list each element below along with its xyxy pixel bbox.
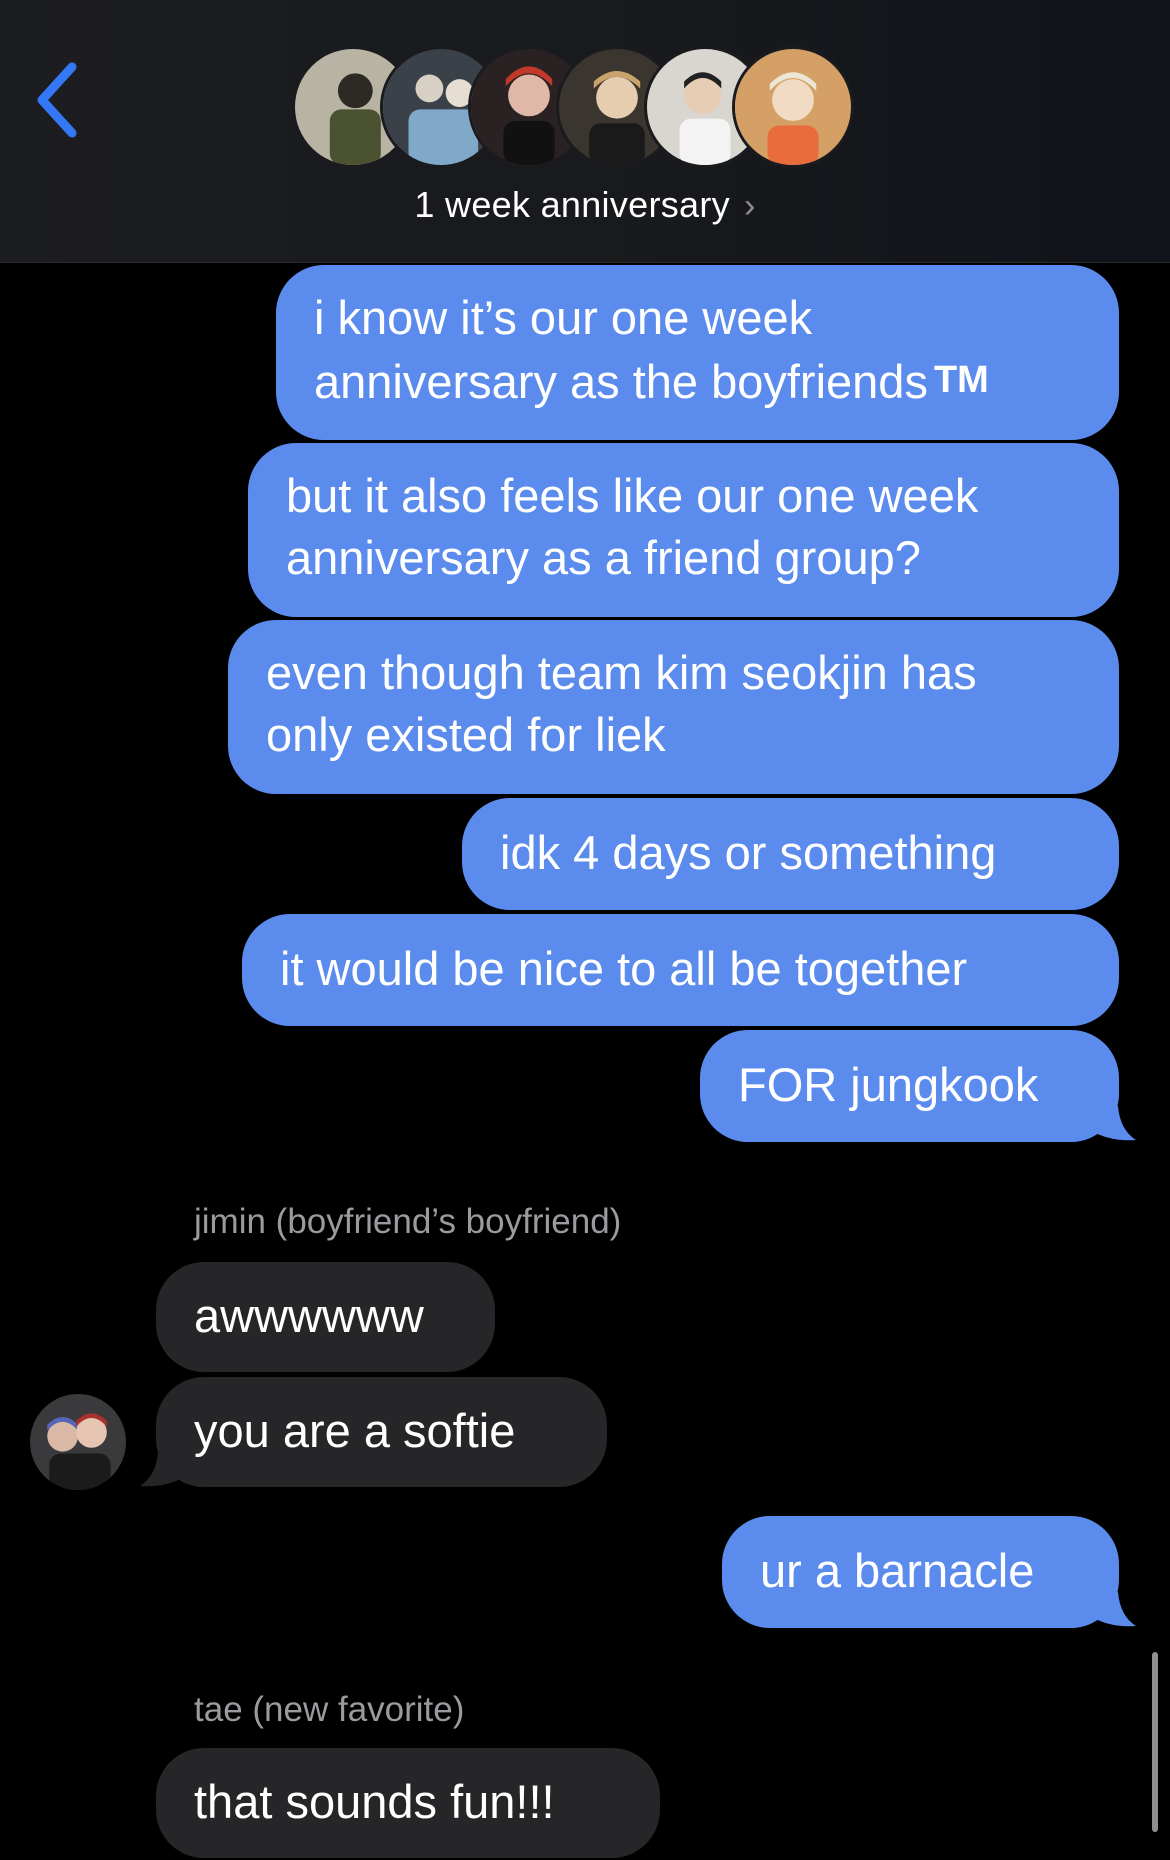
member-avatar bbox=[732, 46, 854, 168]
message-text: even though team kim seokjin has bbox=[266, 646, 977, 699]
sender-name: jimin (boyfriend’s boyfriend) bbox=[194, 1202, 622, 1241]
sender-name: tae (new favorite) bbox=[194, 1690, 465, 1729]
message-bubble-outgoing[interactable]: FOR jungkook bbox=[700, 1030, 1119, 1142]
message-text: but it also feels like our one week bbox=[286, 469, 979, 522]
message-text: only existed for liek bbox=[266, 708, 666, 761]
message-text: ur a barnacle bbox=[760, 1544, 1035, 1597]
message-bubble-outgoing[interactable]: but it also feels like our one week anni… bbox=[248, 443, 1119, 617]
message-bubble-outgoing[interactable]: i know it’s our one week anniversary as … bbox=[276, 265, 1119, 440]
message-bubble-incoming[interactable]: you are a softie bbox=[156, 1377, 607, 1487]
message-bubble-outgoing[interactable]: it would be nice to all be together bbox=[242, 914, 1119, 1026]
message-text: i know it’s our one week bbox=[314, 291, 813, 344]
group-name-label: 1 week anniversary bbox=[414, 184, 730, 225]
message-text: idk 4 days or something bbox=[500, 826, 997, 879]
message-bubble-outgoing[interactable]: even though team kim seokjin has only ex… bbox=[228, 620, 1119, 794]
message-text: it would be nice to all be together bbox=[280, 942, 968, 995]
conversation-header: 1 week anniversary › bbox=[0, 0, 1170, 263]
message-text: FOR jungkook bbox=[738, 1058, 1039, 1111]
contact-avatar[interactable] bbox=[30, 1394, 126, 1490]
chevron-right-icon: › bbox=[743, 187, 756, 225]
group-name[interactable]: 1 week anniversary › bbox=[0, 184, 1170, 226]
message-text: you are a softie bbox=[194, 1404, 516, 1457]
message-text: that sounds fun!!! bbox=[194, 1775, 555, 1828]
message-text: anniversary as a friend group? bbox=[286, 531, 921, 584]
bubble-tail bbox=[1090, 1592, 1136, 1627]
group-avatars[interactable] bbox=[292, 46, 892, 170]
message-bubble-outgoing[interactable]: ur a barnacle bbox=[722, 1516, 1119, 1628]
message-text: awwwwww bbox=[194, 1289, 424, 1342]
scrollbar[interactable] bbox=[1152, 1652, 1158, 1832]
back-button[interactable] bbox=[30, 55, 90, 145]
chevron-left-icon bbox=[37, 62, 77, 138]
bubble-tail bbox=[1090, 1106, 1136, 1141]
bubble-tail bbox=[140, 1452, 186, 1487]
message-bubble-outgoing[interactable]: idk 4 days or something bbox=[462, 798, 1119, 910]
message-bubble-incoming[interactable]: awwwwww bbox=[156, 1262, 495, 1372]
message-bubble-incoming[interactable]: that sounds fun!!! bbox=[156, 1748, 660, 1858]
message-text: anniversary as the boyfriends bbox=[314, 355, 928, 408]
trademark-text: TM bbox=[933, 359, 989, 401]
